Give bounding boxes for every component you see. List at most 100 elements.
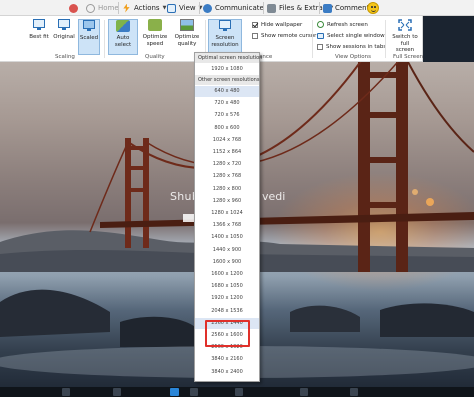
resolution-option[interactable]: 1024 x 768 (195, 135, 259, 146)
resolution-option[interactable]: 1366 x 768 (195, 220, 259, 231)
menu-divider (118, 2, 119, 14)
resolution-option[interactable]: 3840 x 2400 (195, 367, 259, 378)
resolution-option[interactable]: 720 x 480 (195, 98, 259, 109)
taskbar-app-icon[interactable] (113, 388, 121, 396)
taskbar (0, 387, 474, 397)
chat-icon (203, 3, 212, 13)
resolution-option[interactable]: 2048 x 1536 (195, 306, 259, 317)
comment-icon (323, 3, 332, 13)
show-sessions-in-tabs-label: Show sessions in tabs (326, 43, 387, 50)
optimal-resolution-header: Optimal screen resolution (195, 53, 262, 63)
quality-group-label: Quality (145, 54, 165, 60)
home-label: Home (98, 4, 119, 12)
screen-resolution-button[interactable]: Screen resolution (208, 19, 242, 55)
auto-select-button[interactable]: Auto select (108, 19, 138, 55)
original-button[interactable]: Original (52, 19, 76, 55)
lock-screen-username-tail: vedi (262, 190, 286, 203)
resolution-option[interactable]: 640 x 480 (195, 86, 259, 97)
full-screen-group-label: Full Screen (393, 54, 424, 60)
actions-label: Actions (134, 4, 160, 12)
show-remote-cursor-label: Show remote cursor (261, 32, 317, 39)
communicate-menu[interactable]: Communicate ▼ (203, 1, 271, 15)
refresh-screen-button[interactable]: Refresh screen (317, 20, 368, 29)
view-options-group-label: View Options (335, 54, 372, 60)
lightning-icon (123, 3, 130, 13)
quality-picture-icon (180, 19, 194, 31)
original-label: Original (53, 34, 75, 40)
select-single-window-label: Select single window (327, 32, 385, 39)
switch-to-full-screen-button[interactable]: Switch to full screen (388, 19, 422, 55)
ribbon-divider (312, 20, 313, 58)
resolution-option[interactable]: 1280 x 1024 (195, 208, 259, 219)
show-remote-cursor-checkbox[interactable] (252, 32, 258, 39)
best-fit-icon (32, 19, 46, 31)
optimize-quality-button[interactable]: Optimize quality (172, 19, 202, 55)
resolution-option[interactable]: 1680 x 1050 (195, 281, 259, 292)
monitor-icon (167, 3, 176, 13)
scaled-icon (82, 20, 96, 32)
view-label: View (179, 4, 196, 12)
show-sessions-in-tabs-toggle[interactable]: Show sessions in tabs (317, 42, 386, 51)
refresh-screen-label: Refresh screen (327, 21, 368, 28)
taskbar-app-icon[interactable] (300, 388, 308, 396)
taskbar-app-icon[interactable] (190, 388, 198, 396)
refresh-icon (86, 3, 95, 13)
actions-menu[interactable]: Actions ▼ (122, 1, 166, 15)
scaling-group-label: Scaling (55, 54, 75, 60)
resolution-option[interactable]: 1400 x 1050 (195, 232, 259, 243)
resolution-option[interactable]: 1280 x 960 (195, 196, 259, 207)
resolution-option[interactable]: 1440 x 900 (195, 245, 259, 256)
hide-wallpaper-toggle[interactable]: Hide wallpaper (252, 20, 302, 29)
resolution-option[interactable]: 1280 x 800 (195, 184, 259, 195)
window-select-icon (317, 32, 324, 39)
show-sessions-in-tabs-checkbox[interactable] (317, 43, 323, 50)
taskbar-app-icon[interactable] (170, 388, 179, 396)
resolution-option[interactable]: 1280 x 768 (195, 171, 259, 182)
resolution-option[interactable]: 1280 x 720 (195, 159, 259, 170)
speed-icon (148, 19, 162, 31)
optimal-resolution-item[interactable]: 1920 x 1080 (195, 64, 259, 75)
feedback-smiley-icon[interactable] (367, 2, 379, 14)
menu-bar: Home Actions ▼ View ▼ Communicate ▼ File… (0, 0, 474, 16)
resolution-option[interactable]: 3840 x 2160 (195, 354, 259, 365)
ribbon-divider (385, 20, 386, 58)
hide-wallpaper-label: Hide wallpaper (261, 21, 303, 28)
auto-select-label: Auto select (114, 35, 132, 48)
best-fit-label: Best fit (29, 34, 49, 40)
full-screen-label-2: screen (395, 47, 415, 53)
full-screen-label-1: Switch to full (392, 34, 418, 47)
taskbar-app-icon[interactable] (235, 388, 243, 396)
optimize-quality-label-2: quality (177, 40, 197, 47)
home-menu[interactable]: Home (86, 1, 119, 15)
resolution-option[interactable]: 1600 x 900 (195, 257, 259, 268)
comment-button[interactable]: Comment (323, 1, 369, 15)
resolution-option[interactable]: 720 x 576 (195, 110, 259, 121)
original-size-icon (57, 19, 71, 31)
ribbon-divider (104, 20, 105, 58)
folder-icon (267, 3, 276, 13)
resolution-option[interactable]: 800 x 600 (195, 123, 259, 134)
comment-label: Comment (335, 4, 370, 12)
show-remote-cursor-toggle[interactable]: Show remote cursor (252, 31, 316, 40)
menu-divider (263, 2, 264, 14)
taskbar-app-icon[interactable] (62, 388, 70, 396)
scaled-button[interactable]: Scaled (78, 19, 100, 55)
screen-resolution-icon (218, 20, 232, 32)
scaled-label: Scaled (79, 35, 99, 41)
refresh-icon (317, 21, 324, 28)
resolution-option[interactable]: 1920 x 1200 (195, 293, 259, 304)
other-resolutions-header: Other screen resolutions (195, 75, 259, 85)
optimize-speed-button[interactable]: Optimize speed (141, 19, 169, 55)
taskbar-app-icon[interactable] (350, 388, 358, 396)
close-icon (69, 3, 78, 13)
resolution-option[interactable]: 1152 x 864 (195, 147, 259, 158)
menu-divider (199, 2, 200, 14)
chevron-down-icon: ▼ (162, 5, 167, 11)
view-menu[interactable]: View ▼ (167, 1, 202, 15)
resolution-option[interactable]: 1600 x 1200 (195, 269, 259, 280)
select-single-window-button[interactable]: Select single window (317, 31, 385, 40)
close-session-button[interactable] (69, 1, 81, 15)
full-screen-icon (398, 19, 412, 31)
best-fit-button[interactable]: Best fit (28, 19, 50, 55)
hide-wallpaper-checkbox[interactable] (252, 21, 258, 28)
